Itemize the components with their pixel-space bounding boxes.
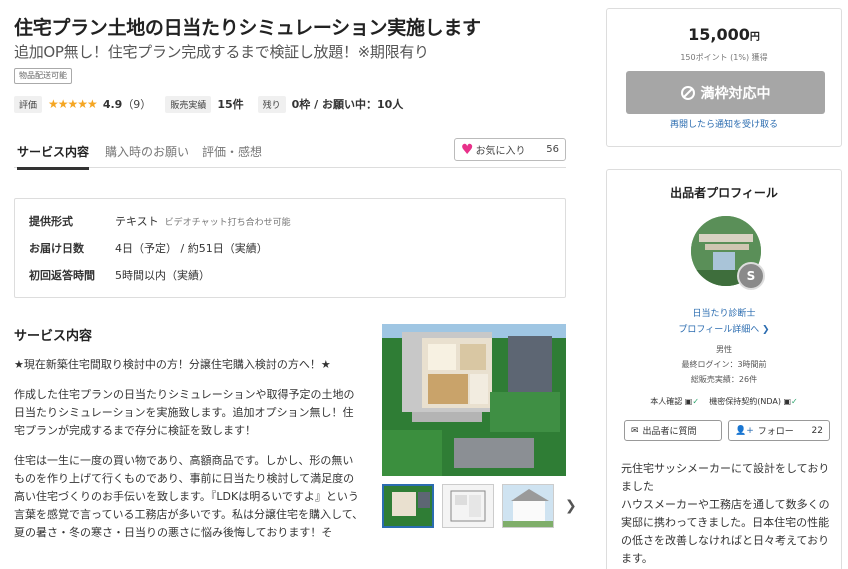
response-label: 初回返答時間 <box>29 269 95 282</box>
star-rating-icon: ★★★★★ <box>48 97 98 111</box>
last-login: 最終ログイン：3時間前 <box>681 360 767 369</box>
thumbnail-1[interactable] <box>382 484 434 528</box>
review-count[interactable]: （9） <box>122 96 151 112</box>
thumbnail-image <box>443 485 493 527</box>
sales-value: 15件 <box>217 98 244 111</box>
delivery-row: お届け日数 4日（予定） / 約51日（実績） <box>29 240 268 256</box>
service-description: ★現在新築住宅間取り検討中の方！分譲住宅購入検討の方へ！★ 作成した住宅プランの… <box>14 356 364 554</box>
thumbnail-image <box>384 486 432 526</box>
response-row: 初回返答時間 5時間以内（実績） <box>29 267 210 283</box>
thumbnail-3[interactable] <box>502 484 554 528</box>
seller-gender: 男性 <box>716 345 732 354</box>
mail-icon: ✉ <box>631 425 639 436</box>
seller-bio: 元住宅サッシメーカーにて設計をしておりました ハウスメーカーや工務店を通して数多… <box>621 462 830 565</box>
ban-icon <box>680 85 695 100</box>
follow-count: 22 <box>811 425 823 436</box>
full-capacity-label: 満枠対応中 <box>700 85 771 102</box>
favorite-button[interactable]: ♥ お気に入り 56 <box>454 138 566 161</box>
full-capacity-button[interactable]: 満枠対応中 <box>626 71 825 114</box>
rating-label: 評価 <box>14 95 43 113</box>
remain-value: 0枠 / お願い中：10人 <box>291 98 404 111</box>
thumbnail-image <box>503 485 553 527</box>
service-heading: サービス内容 <box>14 329 93 344</box>
favorite-label: お気に入り <box>475 146 526 157</box>
purchase-box: 15,000円 150ポイント (1%) 獲得 満枠対応中 再開したら通知を受け… <box>606 8 842 147</box>
identity-label: 本人確認 <box>650 397 683 406</box>
sales-label: 販売実績 <box>165 95 212 113</box>
tab-reviews[interactable]: 評価・感想 <box>202 143 262 160</box>
service-paragraph: 住宅は一生に一度の買い物であり、高額商品です。しかし、形の無いものを作り上げて行… <box>14 454 364 539</box>
profile-detail-link[interactable]: プロフィール詳細へ ❯ <box>607 322 841 335</box>
heart-icon: ♥ <box>461 141 474 158</box>
house-plan-rendering <box>382 324 566 476</box>
check-icon: ✓ <box>692 397 700 406</box>
remain-label: 残り <box>257 95 286 113</box>
delivery-label: お届け日数 <box>29 242 84 255</box>
follow-label: フォロー <box>757 427 794 437</box>
price-yen: 円 <box>749 32 760 43</box>
delivery-value: 4日（予定） / 約51日（実績） <box>115 242 268 255</box>
page-title: 住宅プラン土地の日当たりシミュレーション実施します <box>14 17 481 39</box>
stats-row: 評価 ★★★★★ 4.9 （9） 販売実績 15件 残り 0枠 / お願い中：1… <box>14 95 403 113</box>
service-info-box: 提供形式 テキスト ビデオチャット打ち合わせ可能 お届け日数 4日（予定） / 約51… <box>14 198 566 298</box>
format-value: テキスト <box>115 215 159 228</box>
notify-link[interactable]: 再開したら通知を受け取る <box>607 117 841 130</box>
tab-bar: サービス内容 購入時のお願い 評価・感想 ♥ お気に入り 56 <box>14 138 566 170</box>
service-paragraph: ★現在新築住宅間取り検討中の方！分譲住宅購入検討の方へ！★ <box>14 358 331 371</box>
favorite-count: 56 <box>546 144 559 155</box>
main-image[interactable] <box>382 324 566 476</box>
document-icon: ▣ <box>783 397 792 406</box>
shipping-badge: 物品配送可能 <box>14 68 72 84</box>
seller-name[interactable]: 日当たり診断士 <box>607 306 841 319</box>
total-sales: 総販売実績：26件 <box>690 375 758 384</box>
nda-label: 機密保持契約(NDA) <box>709 397 781 406</box>
price: 15,000円 <box>607 25 841 44</box>
format-note: ビデオチャット打ち合わせ可能 <box>164 218 291 228</box>
question-label: 出品者に質問 <box>642 427 697 437</box>
thumbnail-2[interactable] <box>442 484 494 528</box>
chevron-right-icon[interactable]: ❯ <box>565 498 577 514</box>
service-paragraph: 作成した住宅プランの日当たりシミュレーションや取得予定の土地の日当たりシミュレー… <box>14 388 355 437</box>
follow-button[interactable]: 👤+ フォロー 22 <box>728 420 830 441</box>
rating-value: 4.9 <box>102 97 123 111</box>
points-earned: 150ポイント (1%) 獲得 <box>680 53 768 62</box>
response-value: 5時間以内（実績） <box>115 269 210 282</box>
seller-profile: 出品者プロフィール S 日当たり診断士 プロフィール詳細へ ❯ 男性 最終ログイ… <box>606 169 842 569</box>
add-user-icon: 👤+ <box>735 425 754 436</box>
question-button[interactable]: ✉ 出品者に質問 <box>624 420 722 441</box>
format-label: 提供形式 <box>29 215 73 228</box>
check-icon: ✓ <box>791 397 798 406</box>
thumbnail-strip <box>382 484 554 528</box>
tab-service[interactable]: サービス内容 <box>17 143 90 170</box>
rank-medal-icon: S <box>737 262 765 290</box>
price-value: 15,000 <box>688 25 750 44</box>
format-row: 提供形式 テキスト ビデオチャット打ち合わせ可能 <box>29 213 291 229</box>
verification-row: 本人確認 ▣✓ 機密保持契約(NDA) ▣✓ <box>607 396 841 407</box>
profile-title: 出品者プロフィール <box>670 186 778 200</box>
tab-purchase-request[interactable]: 購入時のお願い <box>105 143 189 160</box>
page-subtitle: 追加OP無し！住宅プラン完成するまで検証し放題！※期限有り <box>14 43 429 61</box>
